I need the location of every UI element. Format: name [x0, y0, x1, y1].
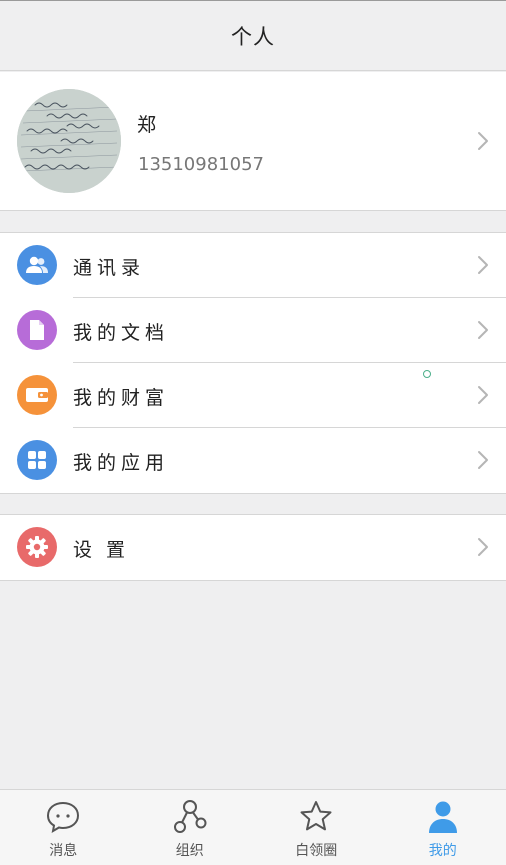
profile-card[interactable]: 郑 13510981057	[0, 72, 506, 211]
apps-icon	[17, 440, 57, 480]
chat-bubble-icon	[44, 798, 82, 836]
page-title: 个人	[231, 24, 275, 49]
chevron-right-icon	[476, 536, 490, 558]
avatar[interactable]	[17, 89, 121, 193]
profile-name: 郑	[137, 114, 157, 136]
gear-icon	[17, 527, 57, 567]
bottom-tab-bar: 消息 组织 白领圈 我的	[0, 789, 506, 865]
tab-organization[interactable]: 组织	[127, 790, 254, 865]
indicator-dot	[423, 370, 431, 378]
star-icon	[297, 798, 335, 836]
menu-item-label: 我的财富	[73, 387, 170, 409]
contacts-icon	[17, 245, 57, 285]
tab-label: 消息	[49, 843, 78, 859]
menu-item-contacts[interactable]: 通讯录	[0, 233, 506, 298]
menu-item-settings[interactable]: 设置	[0, 515, 506, 580]
menu-group-settings: 设置	[0, 514, 506, 581]
document-icon	[17, 310, 57, 350]
menu-item-documents[interactable]: 我的文档	[0, 298, 506, 363]
tab-label: 白领圈	[295, 843, 338, 859]
top-bar: 个人	[0, 1, 506, 71]
profile-phone: 13510981057	[138, 154, 264, 175]
tab-mine[interactable]: 我的	[380, 790, 506, 865]
chevron-right-icon	[476, 384, 490, 406]
menu-item-label: 我的应用	[73, 452, 170, 474]
chevron-right-icon	[476, 130, 490, 152]
menu-item-apps[interactable]: 我的应用	[0, 428, 506, 493]
person-icon	[424, 798, 462, 836]
menu-item-label: 我的文档	[73, 322, 170, 344]
screen: 个人 郑 13510981057 通讯录 我的文档 我的财富 我的应用 设置 消…	[0, 0, 506, 865]
chevron-right-icon	[476, 449, 490, 471]
tab-white-collar-circle[interactable]: 白领圈	[253, 790, 380, 865]
menu-item-label: 设置	[73, 539, 140, 561]
chevron-right-icon	[476, 319, 490, 341]
menu-group-main: 通讯录 我的文档 我的财富 我的应用	[0, 232, 506, 494]
organization-icon	[171, 798, 209, 836]
menu-item-label: 通讯录	[73, 257, 146, 279]
chevron-right-icon	[476, 254, 490, 276]
wallet-icon	[17, 375, 57, 415]
tab-label: 我的	[428, 843, 457, 859]
tab-label: 组织	[175, 843, 204, 859]
tab-messages[interactable]: 消息	[0, 790, 127, 865]
